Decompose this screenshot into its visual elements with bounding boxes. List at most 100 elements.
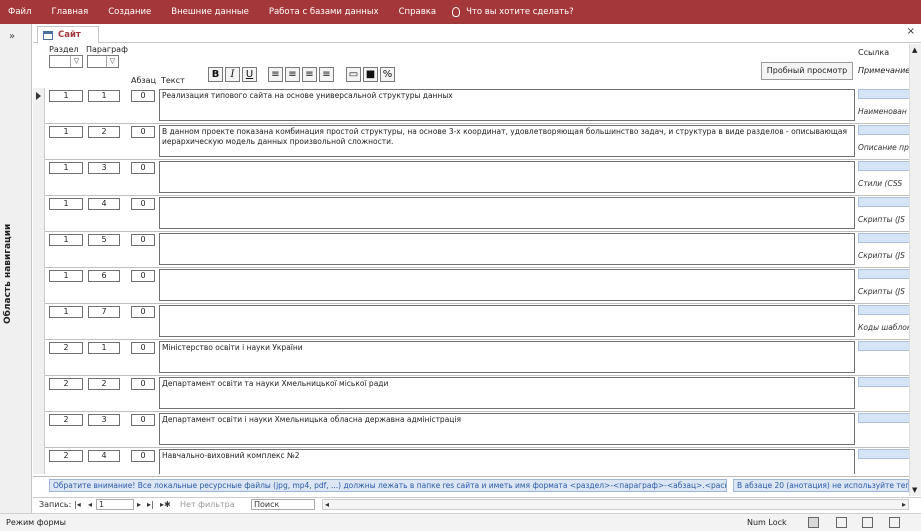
vertical-scrollbar[interactable]: ▲ ▼ [909,44,921,496]
ribbon-tab-database-tools[interactable]: Работа с базами данных [259,7,389,17]
paragraf-field[interactable]: 6 [88,270,120,282]
record-selector[interactable] [33,88,45,124]
navigation-pane-title[interactable]: Область навигации [3,224,13,324]
text-field[interactable] [159,161,855,193]
search-input[interactable]: Поиск [251,499,315,510]
preview-button[interactable]: Пробный просмотр [761,62,853,80]
record-selector[interactable] [33,448,45,474]
record-selector[interactable] [33,232,45,268]
design-view-icon[interactable] [889,517,900,528]
record-selector[interactable] [33,304,45,340]
ribbon-tab-create[interactable]: Создание [98,7,161,17]
paragraf-field[interactable]: 3 [88,414,120,426]
razdel-field[interactable]: 1 [49,198,83,210]
insert-image-button[interactable]: ▭ [346,67,361,82]
bold-button[interactable]: B [208,67,223,82]
expand-nav-pane-icon[interactable]: » [9,31,15,42]
razdel-field[interactable]: 2 [49,450,83,462]
horizontal-scrollbar[interactable]: ◂ ▸ [322,499,909,510]
ribbon-tab-file[interactable]: Файл [0,7,41,17]
align-right-button[interactable]: ≡ [302,67,317,82]
underline-button[interactable]: U [242,67,257,82]
paragraf-field[interactable]: 2 [88,126,120,138]
abzac-field[interactable]: 0 [131,90,155,102]
record-selector[interactable] [33,196,45,232]
abzac-field[interactable]: 0 [131,234,155,246]
chevron-down-icon[interactable]: ▽ [70,56,82,67]
text-field[interactable]: Навчально-виховний комплекс №2 [159,449,855,474]
form-view-icon[interactable] [808,517,819,528]
text-field[interactable]: Департамент освіти та науки Хмельницької… [159,377,855,409]
scroll-up-icon[interactable]: ▲ [912,46,917,54]
text-field[interactable] [159,197,855,229]
abzac-field[interactable]: 0 [131,162,155,174]
abzac-field[interactable]: 0 [131,198,155,210]
close-document-icon[interactable]: × [907,26,915,37]
razdel-field[interactable]: 1 [49,162,83,174]
abzac-field[interactable]: 0 [131,306,155,318]
text-field[interactable]: В данном проекте показана комбинация про… [159,125,855,157]
razdel-field[interactable]: 1 [49,234,83,246]
text-field[interactable]: Департамент освіти і науки Хмельницька о… [159,413,855,445]
abzac-field[interactable]: 0 [131,378,155,390]
razdel-field[interactable]: 2 [49,342,83,354]
paragraf-filter-combo[interactable]: ▽ [87,55,119,68]
abzac-field[interactable]: 0 [131,414,155,426]
paragraf-field[interactable]: 5 [88,234,120,246]
paragraf-field[interactable]: 1 [88,90,120,102]
razdel-field[interactable]: 1 [49,90,83,102]
paragraf-field[interactable]: 7 [88,306,120,318]
razdel-field[interactable]: 2 [49,414,83,426]
prev-record-icon[interactable]: ◂ [88,500,92,509]
paragraf-field[interactable]: 3 [88,162,120,174]
no-filter-button[interactable]: Нет фильтра [180,500,235,509]
text-field[interactable]: Міністерство освіти і науки України [159,341,855,373]
last-record-icon[interactable]: ▸| [147,500,154,509]
scroll-down-icon[interactable]: ▼ [912,486,917,494]
razdel-field[interactable]: 1 [49,126,83,138]
datasheet-view-icon[interactable] [836,517,847,528]
paragraf-field[interactable]: 4 [88,450,120,462]
ribbon-tab-help[interactable]: Справка [389,7,446,17]
razdel-field[interactable]: 1 [49,306,83,318]
abzac-field[interactable]: 0 [131,126,155,138]
doc-tab-site[interactable]: Сайт [37,26,99,43]
abzac-field[interactable]: 0 [131,342,155,354]
chevron-down-icon[interactable]: ▽ [106,56,118,67]
record-selector[interactable] [33,412,45,448]
text-field[interactable] [159,269,855,301]
insert-link-button[interactable]: % [380,67,395,82]
align-left-button[interactable]: ≡ [268,67,283,82]
new-record-icon[interactable]: ▸✱ [160,500,171,509]
scroll-left-icon[interactable]: ◂ [325,500,329,509]
record-selector[interactable] [33,340,45,376]
paragraf-field[interactable]: 1 [88,342,120,354]
abzac-field[interactable]: 0 [131,270,155,282]
abzac-field[interactable]: 0 [131,450,155,462]
align-center-button[interactable]: ≡ [285,67,300,82]
text-field[interactable] [159,233,855,265]
record-selector[interactable] [33,376,45,412]
razdel-filter-combo[interactable]: ▽ [49,55,83,68]
paragraf-field[interactable]: 4 [88,198,120,210]
record-selector[interactable] [33,160,45,196]
insert-video-button[interactable]: ■ [363,67,378,82]
razdel-field[interactable]: 1 [49,270,83,282]
first-record-icon[interactable]: |◂ [74,500,81,509]
ribbon-tab-home[interactable]: Главная [41,7,98,17]
scroll-right-icon[interactable]: ▸ [902,500,906,509]
record-selector[interactable] [33,268,45,304]
justify-button[interactable]: ≡ [319,67,334,82]
paragraf-field[interactable]: 2 [88,378,120,390]
annotation-note: В абзаце 20 (анотация) не используйте те… [733,479,909,492]
current-record-input[interactable]: 1 [96,499,134,510]
layout-view-icon[interactable] [862,517,873,528]
italic-button[interactable]: I [225,67,240,82]
razdel-field[interactable]: 2 [49,378,83,390]
record-selector[interactable] [33,124,45,160]
ribbon-tab-external-data[interactable]: Внешние данные [161,7,259,17]
next-record-icon[interactable]: ▸ [137,500,141,509]
tell-me-box[interactable]: Что вы хотите сделать? [446,7,574,17]
text-field[interactable] [159,305,855,337]
text-field[interactable]: Реализация типового сайта на основе унив… [159,89,855,121]
